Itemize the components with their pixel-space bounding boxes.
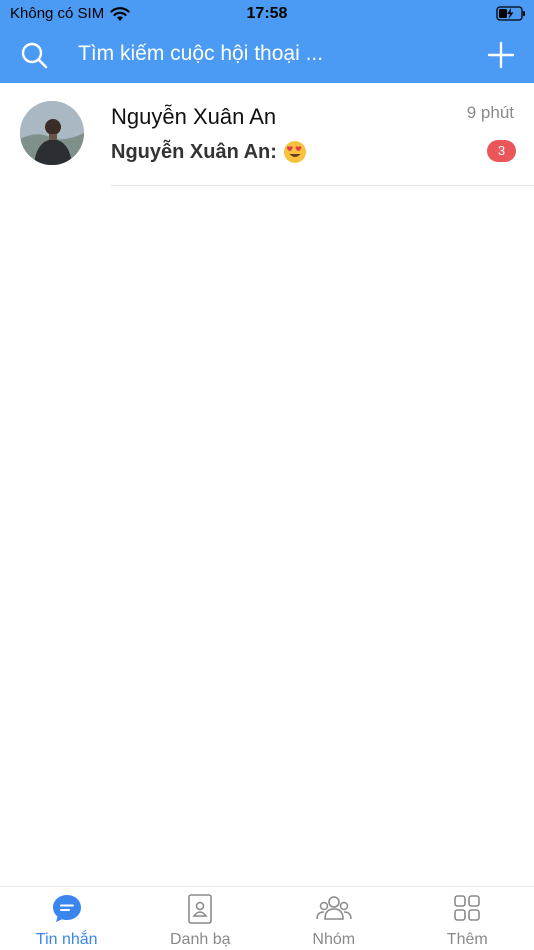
contacts-icon (188, 894, 213, 924)
status-bar: Không có SIM 17:58 (0, 0, 534, 28)
heart-eyes-emoji-icon (283, 141, 306, 163)
avatar-photo (20, 101, 84, 165)
bottom-nav: Tin nhắn Danh bạ Nhóm Thêm (0, 886, 534, 950)
conversation-time: 9 phút (466, 103, 514, 122)
search-icon[interactable] (20, 41, 48, 69)
search-input[interactable]: Tìm kiếm cuộc hội thoại ... (78, 42, 323, 66)
conversation-name: Nguyễn Xuân An (111, 104, 277, 129)
unread-badge: 3 (487, 140, 516, 162)
divider (111, 185, 534, 186)
conversation-preview: Nguyễn Xuân An: (111, 140, 307, 164)
header-bar: Tìm kiếm cuộc hội thoại ... (0, 28, 534, 83)
status-time: 17:58 (246, 5, 288, 22)
tab-groups[interactable]: Nhóm (267, 887, 401, 950)
chat-icon (52, 895, 81, 922)
tab-messages[interactable]: Tin nhắn (0, 887, 134, 950)
battery-charging-icon (496, 6, 525, 21)
tab-contacts[interactable]: Danh bạ (134, 887, 268, 950)
tab-label: Tin nhắn (35, 931, 98, 948)
app-screen: Không có SIM 17:58 Tìm kiếm cuộc hội tho… (0, 0, 534, 950)
tab-label: Danh bạ (170, 931, 231, 948)
grid-icon (454, 895, 481, 921)
conversation-list-item[interactable]: Nguyễn Xuân An 9 phút Nguyễn Xuân An: 3 (0, 83, 534, 186)
tab-more[interactable]: Thêm (401, 887, 534, 950)
add-icon[interactable] (486, 40, 516, 70)
tab-label: Thêm (446, 931, 488, 948)
preview-sender: Nguyễn Xuân An: (111, 140, 277, 163)
tab-label: Nhóm (312, 931, 356, 948)
avatar[interactable] (20, 101, 84, 165)
group-icon (316, 896, 352, 920)
